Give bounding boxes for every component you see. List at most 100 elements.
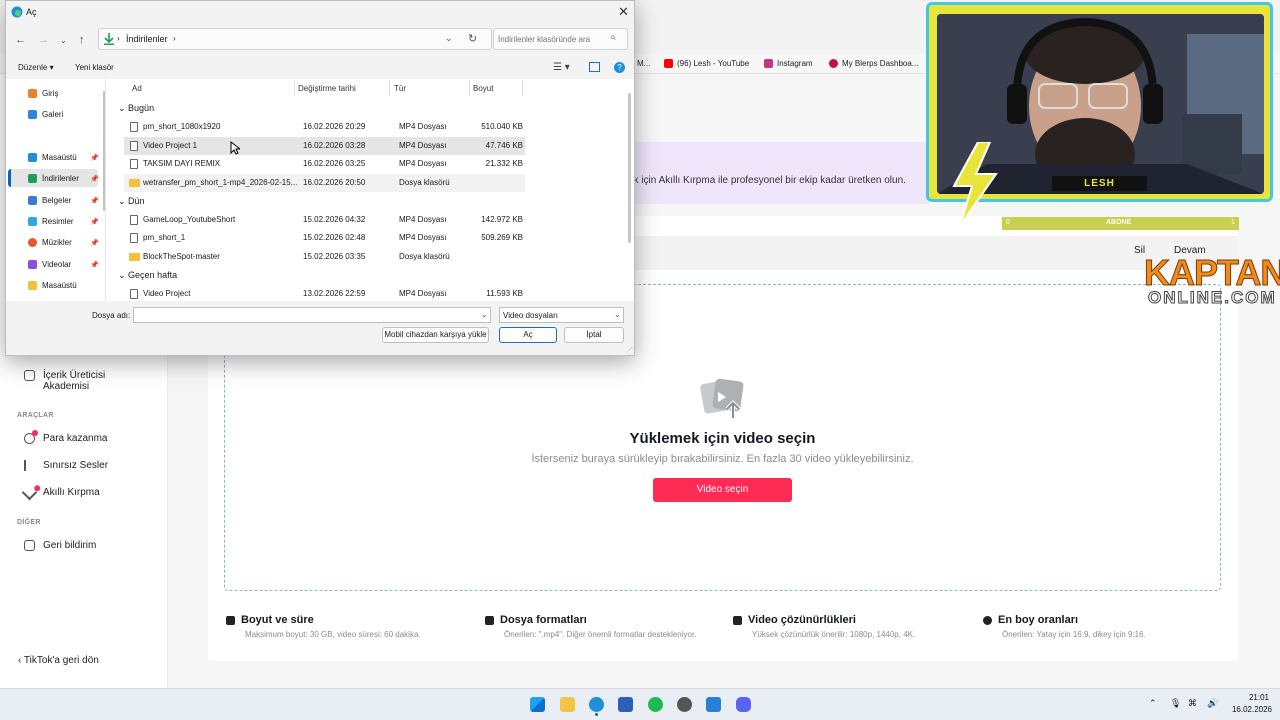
start-icon[interactable] (530, 697, 545, 712)
refresh-icon[interactable]: ↻ (468, 32, 477, 45)
column-header-name[interactable]: Ad (132, 84, 142, 93)
preview-pane-icon[interactable] (589, 62, 600, 72)
volume-icon[interactable]: 🔊 (1207, 698, 1218, 709)
gallery-icon (28, 110, 37, 119)
recent-locations-chevron-icon[interactable]: ⌄ (60, 36, 67, 45)
file-list-scrollbar[interactable] (628, 93, 631, 243)
folder-row[interactable]: wetransfer_pm_short_1-mp4_2026-02-15... … (124, 174, 525, 192)
bookmark-blerp[interactable]: My Blerps Dashboa... (829, 59, 918, 68)
file-row[interactable]: GameLoop_YoutubeShort 15.02.2026 04:32 M… (124, 211, 525, 229)
file-type: MP4 Dosyası (399, 122, 447, 131)
file-name: BlockTheSpot-master (143, 252, 220, 261)
navigation-scrollbar[interactable] (103, 91, 105, 211)
sidebar-item-smart-crop[interactable]: Akıllı Kırpma (21, 484, 100, 501)
cancel-button[interactable]: İptal (564, 327, 624, 343)
group-header-today[interactable]: ⌄ Bugün (118, 103, 154, 114)
filetype-select[interactable]: Video dosyaları (499, 307, 624, 323)
new-folder-button[interactable]: Yeni klasör (75, 63, 114, 72)
bookmark-youtube[interactable]: (96) Lesh - YouTube (664, 59, 749, 68)
edge-taskbar-icon[interactable] (589, 697, 604, 712)
address-dropdown-icon[interactable]: ⌄ (445, 33, 453, 44)
nav-item-home[interactable]: Giriş (28, 89, 58, 98)
file-size: 509.269 KB (481, 233, 523, 242)
file-row[interactable]: pm_short_1 15.02.2026 02:48 MP4 Dosyası … (124, 229, 525, 247)
sidebar-item-label: Akıllı Kırpma (43, 487, 100, 498)
column-separator[interactable] (469, 80, 470, 96)
nav-item-videos[interactable]: Videolar 📌 (28, 260, 99, 269)
filetype-dropdown-icon[interactable]: ⌄ (614, 310, 621, 319)
info-desc: Önerilen: ".mp4". Diğer önemli formatlar… (504, 630, 697, 639)
nav-item-downloads[interactable]: İndirilenler 📌 (28, 174, 99, 183)
column-header-type[interactable]: Tür (394, 84, 406, 93)
pictures-icon (28, 217, 37, 226)
file-name: Video Project (143, 289, 191, 298)
sidebar-item-label: İçerik Üreticisi Akademisi (43, 370, 106, 392)
file-icon (485, 615, 494, 625)
outlook-icon[interactable] (618, 697, 633, 712)
column-separator[interactable] (294, 80, 295, 96)
group-header-last-week[interactable]: ⌄ Geçen hafta (118, 270, 177, 281)
group-label: Dün (128, 196, 145, 206)
select-video-button[interactable]: Video seçin (653, 478, 792, 502)
desktop-icon (28, 153, 37, 162)
column-header-size[interactable]: Boyut (473, 84, 493, 93)
sidebar-item-feedback[interactable]: Geri bildirim (24, 540, 96, 551)
mp4-file-icon (130, 215, 138, 225)
bookmark-instagram[interactable]: Instagram (764, 59, 813, 68)
subscriber-goal-start: 0 (1006, 219, 1010, 226)
sidebar-section-other: DİĞER (17, 519, 41, 526)
info-title: En boy oranları (998, 614, 1079, 626)
up-arrow-icon[interactable]: ↑ (79, 34, 85, 46)
view-options-icon[interactable]: ☰ ▾ (553, 62, 570, 73)
nav-item-pictures[interactable]: Resimler 📌 (28, 217, 99, 226)
back-arrow-icon[interactable]: ← (15, 34, 26, 46)
clock-date[interactable]: 16.02.2026 (1230, 705, 1274, 714)
search-input[interactable] (493, 28, 628, 50)
clock-time[interactable]: 21:01 (1244, 693, 1274, 702)
help-icon[interactable]: ? (614, 62, 625, 73)
resize-grip-icon[interactable]: ⋰ (626, 346, 633, 354)
file-row[interactable]: pm_short_1080x1920 16.02.2026 20:29 MP4 … (124, 118, 525, 136)
column-separator[interactable] (522, 80, 523, 96)
column-separator[interactable] (389, 80, 390, 96)
nav-item-music[interactable]: Müzikler 📌 (28, 238, 99, 247)
mp4-file-icon (130, 233, 138, 243)
pin-icon: 📌 (90, 239, 99, 247)
upload-from-mobile-button[interactable]: Mobil cihazdan karşıya yükle (382, 327, 489, 343)
brand-logo-bottom: ONLINE.COM (1148, 288, 1277, 308)
lightning-bolt-icon (952, 142, 998, 226)
nav-item-desktop-folder[interactable]: Masaüstü (28, 281, 77, 290)
filename-dropdown-icon[interactable]: ⌄ (481, 310, 488, 319)
nav-item-gallery[interactable]: Galeri (28, 110, 63, 119)
file-date: 15.02.2026 04:32 (303, 215, 366, 224)
filename-input[interactable] (133, 307, 491, 323)
forward-arrow-icon[interactable]: → (38, 34, 49, 46)
breadcrumb-current-folder[interactable]: İndirilenler (126, 34, 168, 44)
book-icon (24, 370, 35, 381)
open-button[interactable]: Aç (499, 327, 557, 343)
group-header-yesterday[interactable]: ⌄ Dün (118, 196, 145, 207)
nav-item-label: Resimler (42, 217, 74, 226)
folder-row[interactable]: BlockTheSpot-master 15.02.2026 03:35 Dos… (124, 248, 525, 266)
photos-icon[interactable] (706, 697, 721, 712)
nav-item-desktop[interactable]: Masaüstü 📌 (28, 153, 99, 162)
organize-menu-button[interactable]: Düzenle ▾ (18, 63, 54, 72)
discord-icon[interactable] (736, 697, 751, 712)
close-icon[interactable]: ✕ (618, 4, 629, 20)
sidebar-item-sounds[interactable]: Sınırsız Sesler (24, 460, 108, 471)
spotify-icon[interactable] (648, 697, 663, 712)
folder-icon (129, 179, 140, 187)
sidebar-item-academy[interactable]: İçerik Üreticisi Akademisi (24, 370, 133, 392)
microphone-icon[interactable]: 🎙 (1170, 698, 1181, 709)
obs-icon[interactable] (677, 697, 692, 712)
mp4-file-icon (130, 141, 138, 151)
back-to-tiktok-link[interactable]: ‹ TikTok'a geri dön (18, 655, 99, 666)
column-header-date[interactable]: Değiştirme tarihi (298, 84, 356, 93)
nav-item-documents[interactable]: Belgeler 📌 (28, 196, 99, 205)
network-icon[interactable]: ⌘ (1188, 698, 1197, 709)
sidebar-item-monetization[interactable]: Para kazanma (24, 430, 107, 444)
file-row-hovered[interactable]: Video Project 1 16.02.2026 03:28 MP4 Dos… (124, 137, 525, 155)
file-row[interactable]: TAKSIM DAYI REMIX 16.02.2026 03:25 MP4 D… (124, 155, 525, 173)
file-explorer-icon[interactable] (560, 697, 575, 712)
tray-overflow-icon[interactable]: ⌃ (1149, 698, 1157, 709)
